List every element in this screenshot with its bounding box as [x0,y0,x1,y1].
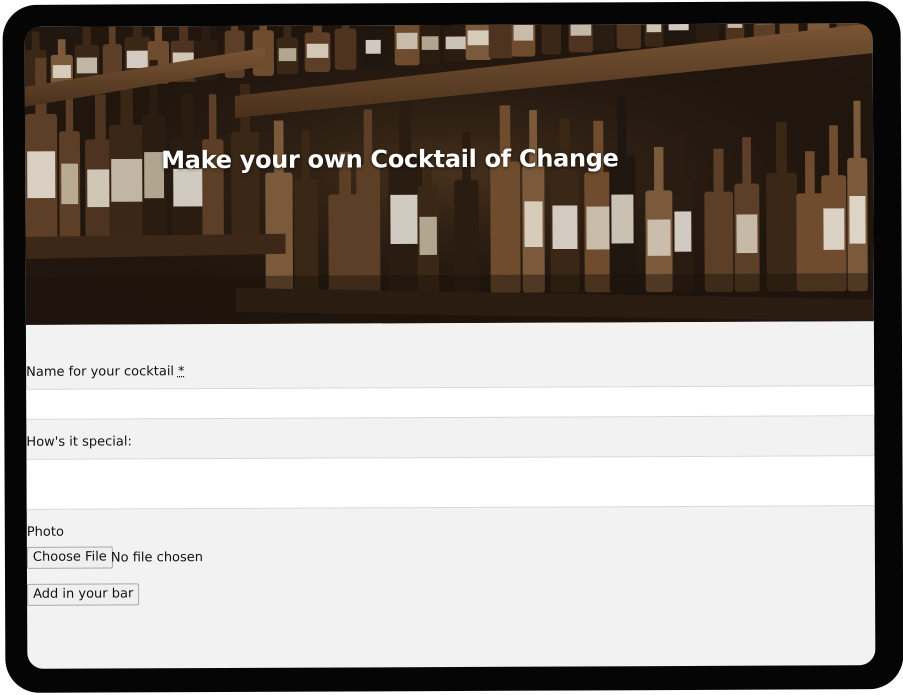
bottle-label [524,201,543,248]
bottle-body [490,161,521,293]
bottle-label [570,23,592,36]
bottle-body [616,23,642,49]
bottle-label [111,158,143,202]
bottle-neck [259,23,267,33]
name-label: Name for your cocktail * [26,364,184,380]
bottle-neck [201,23,210,43]
bottle-neck [617,96,627,158]
bottle-neck [178,23,189,43]
special-label: How's it special: [26,434,132,450]
bottle-label [467,30,490,46]
bottle-neck [742,137,752,186]
bottle-neck [82,25,92,47]
bottle-label [445,36,468,50]
required-marker: * [177,364,185,380]
bottle-label [552,205,578,250]
bottle-neck [829,125,839,178]
bottle-label [668,23,689,31]
bottle-label [61,163,79,205]
bottle-neck [132,23,142,39]
bottle-neck [230,23,239,33]
bottle-neck [181,93,194,141]
bottle-body [695,23,719,43]
bottle-label [419,216,437,255]
bottle-neck [312,23,322,35]
bottle-label [646,23,662,33]
bottle-label [306,43,329,58]
bottle-label [674,211,692,252]
bottle-neck [57,39,66,57]
bottle-label [278,48,297,62]
bottle-body [265,172,294,294]
bottle-neck [653,146,664,193]
page-title: Make your own Cocktail of Change [161,144,619,175]
bottle-neck [426,23,434,28]
bottle-body [356,164,381,294]
bottle-neck [283,23,292,40]
bottle-neck [208,94,217,142]
bottle-neck [341,23,350,31]
bottle-label [365,39,381,54]
bottle-label [173,168,203,207]
bottle-label [849,195,866,244]
hero-banner: Make your own Cocktail of Change [24,23,874,325]
bottle-neck [154,23,163,43]
name-label-text: Name for your cocktail [26,364,175,380]
bottle-neck [805,151,815,196]
bottle-label [126,50,149,69]
bottle-label [755,23,774,25]
bottle-neck [451,23,461,29]
bottle-label [27,151,56,199]
bottle-label [513,24,534,41]
bottle-neck [713,148,724,194]
special-field-wrapper [26,455,875,510]
add-to-bar-button[interactable]: Add in your bar [27,583,140,606]
bottle-label [647,219,671,256]
bottle-neck [31,31,40,52]
bottle-label [396,32,418,50]
tablet-frame: Make your own Cocktail of Change Name fo… [2,1,903,693]
bottle-neck [369,23,377,31]
bottle-label [736,214,758,254]
file-status-text: No file chosen [110,550,204,566]
bottle-neck [775,122,787,175]
bottle-label [76,57,98,74]
bottle-neck [94,94,106,142]
bottle-label [586,206,612,250]
cocktail-name-field-wrapper [26,385,875,420]
bottle-neck [853,100,861,160]
bottle-label [421,36,439,50]
bottle-label [823,208,845,250]
screen: Make your own Cocktail of Change Name fo… [24,23,876,669]
bottle-body [541,23,562,55]
bottle-label [52,65,71,79]
bottle-body [592,23,615,51]
bottle-neck [108,25,116,47]
photo-label: Photo [26,524,64,540]
bottle-neck [678,130,687,182]
choose-file-button[interactable]: Choose File [26,546,113,569]
bottle-label [611,194,634,244]
cocktail-name-input[interactable] [26,386,875,419]
special-textarea[interactable] [26,456,875,509]
bottle-label [390,194,421,245]
cocktail-form: Name for your cocktail * How's it special… [26,321,875,669]
bottle-body [488,23,514,59]
bottle-label [727,23,743,28]
bottle-body [334,28,357,70]
bar-shelves-image [24,23,874,325]
